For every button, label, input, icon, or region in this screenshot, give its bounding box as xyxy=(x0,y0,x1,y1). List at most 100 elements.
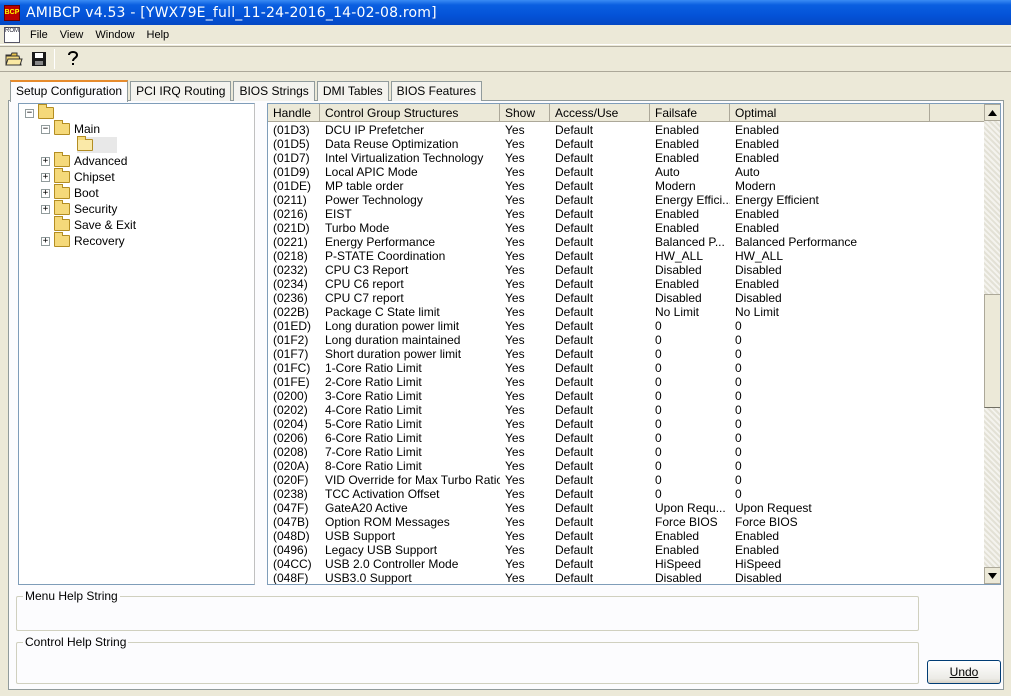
scroll-down-button[interactable] xyxy=(984,567,1000,584)
cell-show[interactable]: Yes xyxy=(500,123,550,137)
cell-optimal[interactable]: 0 xyxy=(730,347,930,361)
cell-failsafe[interactable]: 0 xyxy=(650,361,730,375)
cell-handle[interactable]: (01ED) xyxy=(268,319,320,333)
cell-control-name[interactable]: Option ROM Messages xyxy=(320,515,500,529)
cell-show[interactable]: Yes xyxy=(500,487,550,501)
cell-handle[interactable]: (0206) xyxy=(268,431,320,445)
cell-failsafe[interactable]: Enabled xyxy=(650,529,730,543)
cell-handle[interactable]: (020F) xyxy=(268,473,320,487)
control-grid[interactable]: Handle Control Group Structures Show Acc… xyxy=(267,103,1001,585)
cell-access-use[interactable]: Default xyxy=(550,123,650,137)
table-row[interactable]: (020A) 8-Core Ratio Limit Yes Default 0 0 xyxy=(268,459,984,473)
cell-handle[interactable]: (047F) xyxy=(268,501,320,515)
cell-optimal[interactable]: Disabled xyxy=(730,291,930,305)
table-row[interactable]: (01F2) Long duration maintained Yes Default… xyxy=(268,333,984,347)
cell-show[interactable]: Yes xyxy=(500,431,550,445)
save-button[interactable] xyxy=(28,48,50,70)
table-row[interactable]: (020F) VID Override for Max Turbo Ratio Ye… xyxy=(268,473,984,487)
cell-access-use[interactable]: Default xyxy=(550,235,650,249)
cell-show[interactable]: Yes xyxy=(500,529,550,543)
cell-access-use[interactable]: Default xyxy=(550,417,650,431)
cell-show[interactable]: Yes xyxy=(500,403,550,417)
cell-show[interactable]: Yes xyxy=(500,151,550,165)
table-row[interactable]: (0200) 3-Core Ratio Limit Yes Default 0 0 xyxy=(268,389,984,403)
cell-handle[interactable]: (048D) xyxy=(268,529,320,543)
cell-optimal[interactable]: HW_ALL xyxy=(730,249,930,263)
cell-optimal[interactable]: Enabled xyxy=(730,529,930,543)
cell-control-name[interactable]: CPU C3 Report xyxy=(320,263,500,277)
cell-control-name[interactable]: 1-Core Ratio Limit xyxy=(320,361,500,375)
cell-control-name[interactable]: Long duration power limit xyxy=(320,319,500,333)
cell-failsafe[interactable]: 0 xyxy=(650,333,730,347)
cell-failsafe[interactable]: Enabled xyxy=(650,137,730,151)
tree-item-security[interactable]: + Security xyxy=(41,200,117,217)
cell-optimal[interactable]: No Limit xyxy=(730,305,930,319)
cell-show[interactable]: Yes xyxy=(500,305,550,319)
column-header-access[interactable]: Access/Use xyxy=(550,104,650,122)
cell-access-use[interactable]: Default xyxy=(550,473,650,487)
cell-failsafe[interactable]: 0 xyxy=(650,319,730,333)
scroll-thumb[interactable] xyxy=(984,294,1000,408)
cell-control-name[interactable]: 3-Core Ratio Limit xyxy=(320,389,500,403)
cell-failsafe[interactable]: Balanced P... xyxy=(650,235,730,249)
cell-optimal[interactable]: Enabled xyxy=(730,277,930,291)
cell-handle[interactable]: (0202) xyxy=(268,403,320,417)
table-row[interactable]: (0221) Energy Performance Yes Default Balanc… xyxy=(268,235,984,249)
cell-failsafe[interactable]: Energy Effici... xyxy=(650,193,730,207)
cell-handle[interactable]: (01F2) xyxy=(268,333,320,347)
vertical-scrollbar[interactable] xyxy=(984,104,1000,584)
undo-button[interactable]: Undo xyxy=(927,660,1001,684)
cell-show[interactable]: Yes xyxy=(500,193,550,207)
cell-access-use[interactable]: Default xyxy=(550,403,650,417)
cell-access-use[interactable]: Default xyxy=(550,179,650,193)
cell-access-use[interactable]: Default xyxy=(550,459,650,473)
cell-show[interactable]: Yes xyxy=(500,333,550,347)
cell-failsafe[interactable]: Disabled xyxy=(650,263,730,277)
cell-optimal[interactable]: Modern xyxy=(730,179,930,193)
cell-handle[interactable]: (01D3) xyxy=(268,123,320,137)
cell-access-use[interactable]: Default xyxy=(550,431,650,445)
tree-item-recovery[interactable]: + Recovery xyxy=(41,232,125,249)
cell-optimal[interactable]: Energy Efficient xyxy=(730,193,930,207)
cell-handle[interactable]: (048F) xyxy=(268,571,320,584)
cell-control-name[interactable]: Local APIC Mode xyxy=(320,165,500,179)
cell-optimal[interactable]: Balanced Performance xyxy=(730,235,930,249)
table-row[interactable]: (01ED) Long duration power limit Yes Defaul… xyxy=(268,319,984,333)
cell-failsafe[interactable]: 0 xyxy=(650,389,730,403)
cell-failsafe[interactable]: Enabled xyxy=(650,277,730,291)
cell-access-use[interactable]: Default xyxy=(550,487,650,501)
cell-show[interactable]: Yes xyxy=(500,319,550,333)
cell-optimal[interactable]: Enabled xyxy=(730,123,930,137)
cell-show[interactable]: Yes xyxy=(500,277,550,291)
cell-handle[interactable]: (01DE) xyxy=(268,179,320,193)
cell-show[interactable]: Yes xyxy=(500,557,550,571)
cell-show[interactable]: Yes xyxy=(500,389,550,403)
cell-control-name[interactable]: Package C State limit xyxy=(320,305,500,319)
tree-item-main[interactable]: − Main xyxy=(41,120,100,137)
cell-control-name[interactable]: TCC Activation Offset xyxy=(320,487,500,501)
cell-optimal[interactable]: 0 xyxy=(730,319,930,333)
cell-optimal[interactable]: Disabled xyxy=(730,263,930,277)
cell-failsafe[interactable]: Enabled xyxy=(650,151,730,165)
cell-show[interactable]: Yes xyxy=(500,249,550,263)
cell-optimal[interactable]: 0 xyxy=(730,417,930,431)
tab-bios-features[interactable]: BIOS Features xyxy=(390,81,482,101)
cell-control-name[interactable]: Power Technology xyxy=(320,193,500,207)
cell-handle[interactable]: (0236) xyxy=(268,291,320,305)
cell-control-name[interactable]: P-STATE Coordination xyxy=(320,249,500,263)
cell-failsafe[interactable]: HiSpeed xyxy=(650,557,730,571)
cell-control-name[interactable]: Legacy USB Support xyxy=(320,543,500,557)
cell-access-use[interactable]: Default xyxy=(550,515,650,529)
tree-item-root[interactable]: − xyxy=(25,104,58,121)
cell-control-name[interactable]: USB Support xyxy=(320,529,500,543)
cell-failsafe[interactable]: No Limit xyxy=(650,305,730,319)
cell-control-name[interactable]: DCU IP Prefetcher xyxy=(320,123,500,137)
cell-handle[interactable]: (01FE) xyxy=(268,375,320,389)
cell-access-use[interactable]: Default xyxy=(550,389,650,403)
scroll-up-button[interactable] xyxy=(984,104,1000,121)
cell-handle[interactable]: (0221) xyxy=(268,235,320,249)
help-button[interactable] xyxy=(62,48,84,70)
cell-failsafe[interactable]: Force BIOS xyxy=(650,515,730,529)
cell-handle[interactable]: (047B) xyxy=(268,515,320,529)
cell-failsafe[interactable]: 0 xyxy=(650,375,730,389)
